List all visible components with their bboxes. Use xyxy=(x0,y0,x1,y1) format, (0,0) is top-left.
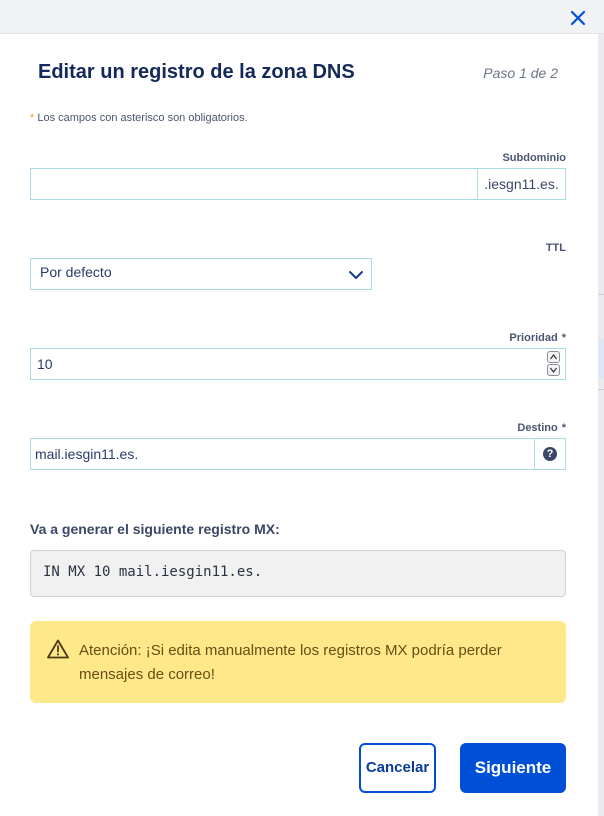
dialog-top-bar xyxy=(0,0,604,34)
chevron-down-icon xyxy=(349,271,363,279)
subdomain-field: .iesgn11.es. xyxy=(30,168,566,200)
question-circle-icon: ? xyxy=(543,447,557,461)
ttl-selected-value: Por defecto xyxy=(40,264,112,280)
warning-triangle-icon xyxy=(47,639,69,659)
priority-required-star: * xyxy=(561,332,566,344)
arrow-up-icon xyxy=(550,354,557,360)
domain-suffix: .iesgn11.es. xyxy=(477,169,565,199)
target-required-star: * xyxy=(561,422,566,434)
preview-label: Va a generar el siguiente registro MX: xyxy=(30,521,280,537)
warning-text: Atención: ¡Si edita manualmente los regi… xyxy=(79,642,502,683)
next-button[interactable]: Siguiente xyxy=(460,743,566,793)
arrow-down-icon xyxy=(550,367,557,373)
priority-input[interactable] xyxy=(31,349,531,379)
priority-label-text: Prioridad xyxy=(509,332,558,344)
ttl-label: TTL xyxy=(545,242,566,254)
ttl-select[interactable]: Por defecto xyxy=(30,258,372,290)
priority-increment-button[interactable] xyxy=(547,351,560,363)
required-note-text: Los campos con asterisco son obligatorio… xyxy=(34,112,248,124)
warning-alert: Atención: ¡Si edita manualmente los regi… xyxy=(30,621,566,703)
subdomain-label: Subdominio xyxy=(502,152,566,164)
cancel-button[interactable]: Cancelar xyxy=(359,743,436,793)
target-label-text: Destino xyxy=(517,422,558,434)
priority-decrement-button[interactable] xyxy=(547,364,560,376)
priority-field xyxy=(30,348,566,380)
required-fields-note: * Los campos con asterisco son obligator… xyxy=(30,112,248,124)
background-page-edge xyxy=(598,34,604,816)
target-input[interactable] xyxy=(31,439,531,469)
mx-record-preview: IN MX 10 mail.iesgin11.es. xyxy=(30,550,566,597)
subdomain-input[interactable] xyxy=(31,169,477,199)
target-label: Destino * xyxy=(517,422,566,434)
step-indicator: Paso 1 de 2 xyxy=(483,65,558,81)
dialog-title: Editar un registro de la zona DNS xyxy=(38,61,355,83)
close-icon xyxy=(570,10,586,26)
priority-label: Prioridad * xyxy=(509,332,566,344)
close-button[interactable] xyxy=(566,6,590,30)
target-field: ? xyxy=(30,438,566,470)
target-help-button[interactable]: ? xyxy=(534,439,565,469)
priority-spinner xyxy=(547,351,560,377)
